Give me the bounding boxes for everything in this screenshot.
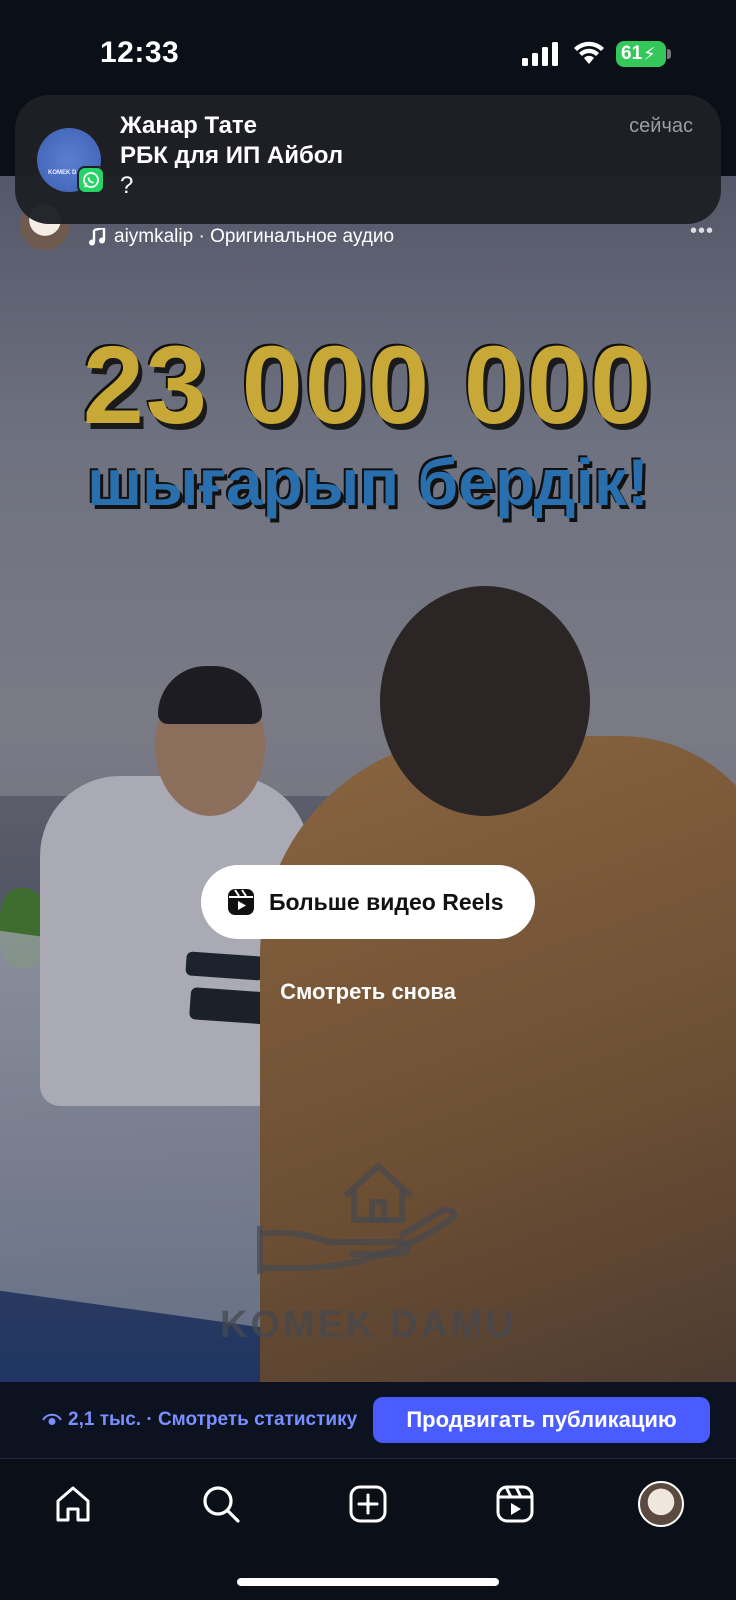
search-icon: [203, 1486, 240, 1523]
battery-level: 61: [621, 43, 643, 64]
audio-label: aiymkalip · Оригинальное аудио: [114, 226, 395, 247]
view-insights-link[interactable]: 2,1 тыс. · Смотреть статистику: [42, 1409, 357, 1431]
notification-sender: Жанар Тате: [120, 112, 258, 139]
nav-profile[interactable]: [638, 1481, 684, 1527]
reels-icon: [228, 889, 254, 915]
profile-avatar: [638, 1481, 684, 1527]
more-reels-label: Больше видео Reels: [269, 888, 504, 915]
whatsapp-icon: [77, 166, 105, 194]
views-label: 2,1 тыс. · Смотреть статистику: [68, 1409, 358, 1430]
promote-post-button[interactable]: Продвигать публикацию: [373, 1397, 710, 1443]
nav-reels[interactable]: [492, 1481, 538, 1527]
video-headline-text: шығарып бердік!: [87, 445, 649, 519]
whatsapp-glyph-icon: [83, 172, 99, 188]
music-note-icon: [89, 228, 106, 246]
more-options-icon[interactable]: •••: [690, 220, 714, 243]
notification-subtitle: РБК для ИП Айбол: [120, 142, 344, 169]
cellular-signal-icon: [522, 42, 558, 66]
nav-search[interactable]: [198, 1481, 244, 1527]
audio-link[interactable]: aiymkalip · Оригинальное аудио: [88, 226, 394, 248]
notification-time: сейчас: [629, 115, 693, 137]
notification-message: ?: [120, 172, 134, 199]
status-bar: 12:33 61 ⚡: [0, 0, 736, 100]
house-hand-logo-icon: [257, 1161, 458, 1274]
notification-banner[interactable]: KOMEK DAMU Жанар Тате РБК для ИП Айбол ?…: [15, 95, 721, 224]
home-indicator[interactable]: [237, 1578, 499, 1586]
eye-icon: [42, 1413, 62, 1425]
reels-icon: [496, 1485, 534, 1523]
battery-indicator: 61 ⚡: [616, 41, 666, 67]
home-icon: [56, 1486, 90, 1522]
nav-create[interactable]: [345, 1481, 391, 1527]
nav-home[interactable]: [50, 1481, 96, 1527]
wifi-icon: [574, 41, 604, 64]
video-headline-number: 23 000 000: [82, 324, 654, 447]
post-stats-bar: 2,1 тыс. · Смотреть статистику Продвигат…: [0, 1382, 736, 1458]
charging-icon: ⚡: [643, 43, 656, 64]
create-icon: [349, 1485, 387, 1523]
reel-video[interactable]: 23 000 000 шығарып бердік! KOMEK DAMU Бо…: [0, 176, 736, 1382]
person-right-head: [380, 586, 590, 816]
battery-cap: [667, 49, 671, 59]
replay-button[interactable]: Смотреть снова: [0, 979, 736, 1005]
clock: 12:33: [100, 36, 180, 69]
watermark-text: KOMEK DAMU: [220, 1304, 516, 1346]
more-reels-button[interactable]: Больше видео Reels: [201, 865, 535, 939]
